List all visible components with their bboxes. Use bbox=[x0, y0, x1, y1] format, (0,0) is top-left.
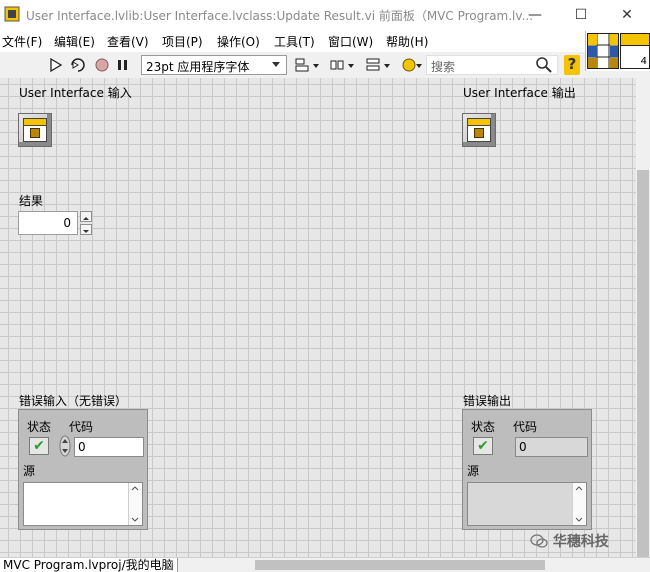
reorder-icon[interactable] bbox=[401, 56, 425, 74]
result-numeric[interactable]: 0 bbox=[18, 211, 78, 235]
horizontal-scroll-thumb[interactable] bbox=[255, 560, 545, 570]
error-in-status-checkbox[interactable]: ✔ bbox=[29, 437, 49, 455]
menu-help[interactable]: 帮助(H) bbox=[386, 33, 428, 50]
ui-input-label: User Interface 输入 bbox=[19, 86, 132, 100]
ui-output-indicator[interactable] bbox=[462, 113, 496, 147]
minimize-button[interactable]: — bbox=[512, 0, 558, 31]
run-arrow-icon[interactable] bbox=[48, 56, 64, 74]
error-in-source-field[interactable] bbox=[23, 482, 143, 526]
search-placeholder: 搜索 bbox=[431, 60, 456, 74]
class-cube-icon bbox=[30, 128, 40, 138]
status-bar: MVC Program.lvproj/我的电脑 bbox=[0, 557, 650, 572]
connector-pane[interactable]: 4 bbox=[585, 31, 650, 71]
connector-pattern-icon bbox=[587, 33, 619, 69]
error-in-cluster: 状态 代码 ✔ 0 源 bbox=[18, 409, 148, 530]
ui-input-control[interactable] bbox=[18, 113, 52, 147]
run-continuously-icon[interactable] bbox=[68, 56, 88, 74]
vi-icon-number: 4 bbox=[640, 56, 647, 67]
code-stepper-icon[interactable] bbox=[59, 435, 71, 457]
increment-button[interactable] bbox=[80, 211, 92, 222]
ui-output-label: User Interface 输出 bbox=[463, 86, 576, 100]
vertical-scrollbar[interactable] bbox=[636, 78, 650, 560]
toolbar: 23pt 应用程序字体 搜索 ? bbox=[0, 52, 585, 78]
menu-tools[interactable]: 工具(T) bbox=[274, 33, 315, 50]
font-select-value: 23pt 应用程序字体 bbox=[146, 60, 250, 74]
error-out-source-field bbox=[467, 482, 587, 526]
error-in-code-field[interactable]: 0 bbox=[74, 437, 144, 457]
error-out-label: 错误输出 bbox=[463, 394, 512, 408]
font-select[interactable]: 23pt 应用程序字体 bbox=[141, 55, 287, 75]
title-bar: User Interface.lvlib:User Interface.lvcl… bbox=[0, 0, 650, 31]
error-out-status-label: 状态 bbox=[471, 420, 496, 434]
distribute-objects-icon[interactable] bbox=[329, 56, 357, 74]
error-in-source-label: 源 bbox=[23, 464, 36, 478]
watermark-text: 华穗科技 bbox=[552, 534, 609, 550]
chevron-down-icon bbox=[83, 230, 89, 233]
menu-window[interactable]: 窗口(W) bbox=[328, 33, 373, 50]
vi-icon: 4 bbox=[620, 33, 650, 69]
menu-edit[interactable]: 编辑(E) bbox=[54, 33, 95, 50]
menu-project[interactable]: 项目(P) bbox=[162, 33, 203, 50]
pause-icon[interactable] bbox=[116, 56, 130, 74]
align-objects-icon[interactable] bbox=[294, 56, 322, 74]
resize-objects-icon[interactable] bbox=[365, 56, 393, 74]
project-path: MVC Program.lvproj/我的电脑 bbox=[0, 558, 178, 572]
search-icon[interactable] bbox=[535, 56, 553, 74]
error-out-code-label: 代码 bbox=[513, 420, 538, 434]
wechat-icon bbox=[530, 534, 548, 548]
error-out-source-label: 源 bbox=[467, 464, 480, 478]
scroll-arrows-icon bbox=[575, 486, 583, 522]
watermark: 华穗科技 bbox=[530, 531, 609, 551]
result-label: 结果 bbox=[19, 194, 44, 208]
source-scrollbar[interactable] bbox=[128, 483, 142, 525]
close-button[interactable]: ✕ bbox=[604, 0, 650, 31]
menu-operate[interactable]: 操作(O) bbox=[217, 33, 260, 50]
menu-view[interactable]: 查看(V) bbox=[107, 33, 149, 50]
chevron-up-icon bbox=[83, 217, 89, 220]
decrement-button[interactable] bbox=[80, 224, 92, 235]
class-cube-icon bbox=[474, 128, 484, 138]
context-help-icon[interactable]: ? bbox=[564, 55, 580, 75]
chevron-down-icon bbox=[272, 62, 280, 67]
error-out-status-led: ✔ bbox=[473, 437, 493, 455]
error-in-label: 错误输入（无错误） bbox=[19, 394, 128, 408]
menu-bar: 文件(F) 编辑(E) 查看(V) 项目(P) 操作(O) 工具(T) 窗口(W… bbox=[0, 31, 585, 52]
error-out-code-field: 0 bbox=[515, 437, 588, 457]
maximize-button[interactable]: ☐ bbox=[558, 0, 604, 31]
error-in-status-label: 状态 bbox=[27, 420, 52, 434]
front-panel-icon bbox=[4, 6, 20, 22]
source-scrollbar[interactable] bbox=[572, 483, 586, 525]
window-title: User Interface.lvlib:User Interface.lvcl… bbox=[26, 9, 534, 23]
error-in-code-label: 代码 bbox=[69, 420, 94, 434]
vertical-scroll-thumb[interactable] bbox=[637, 170, 649, 560]
error-out-cluster: 状态 代码 ✔ 0 源 bbox=[462, 409, 592, 530]
scroll-arrows-icon bbox=[131, 486, 139, 522]
menu-file[interactable]: 文件(F) bbox=[2, 33, 42, 50]
abort-icon[interactable] bbox=[94, 56, 110, 74]
